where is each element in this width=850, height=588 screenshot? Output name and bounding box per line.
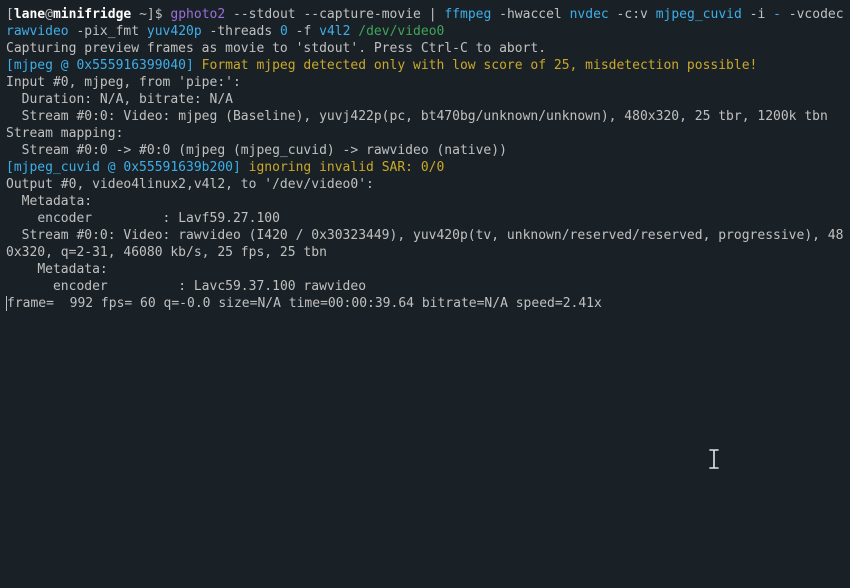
prompt-close: ]$ bbox=[147, 7, 170, 22]
tag-mjpeg-cuvid: [mjpeg_cuvid @ 0x55591639b200] bbox=[6, 160, 241, 175]
val-vcodec: rawvideo bbox=[6, 24, 69, 39]
flag-threads: -threads bbox=[202, 24, 280, 39]
text-cursor-icon bbox=[706, 448, 722, 470]
out-metadata2: Metadata: bbox=[6, 261, 844, 278]
out-input: Input #0, mjpeg, from 'pipe:': bbox=[6, 74, 844, 91]
prompt-line[interactable]: [lane@minifridge ~]$ gphoto2 --stdout --… bbox=[6, 6, 844, 40]
frame-progress-text: frame= 992 fps= 60 q=-0.0 size=N/A time=… bbox=[7, 296, 602, 311]
cmd-ffmpeg: ffmpeg bbox=[444, 7, 491, 22]
out-stream-mapping: Stream mapping: bbox=[6, 125, 844, 142]
out-warn-sar: [mjpeg_cuvid @ 0x55591639b200] ignoring … bbox=[6, 159, 844, 176]
warn-text-1: Format mjpeg detected only with low scor… bbox=[194, 58, 758, 73]
tag-mjpeg: [mjpeg @ 0x555916399040] bbox=[6, 58, 194, 73]
out-encoder: encoder : Lavf59.27.100 bbox=[6, 210, 844, 227]
out-output: Output #0, video4linux2,v4l2, to '/dev/v… bbox=[6, 176, 844, 193]
flag-i: -i bbox=[742, 7, 773, 22]
cmd-gphoto2: gphoto2 bbox=[170, 7, 225, 22]
val-i: - bbox=[773, 7, 781, 22]
out-duration: Duration: N/A, bitrate: N/A bbox=[6, 91, 844, 108]
pipe: | bbox=[429, 7, 445, 22]
out-stream-out: Stream #0:0: Video: rawvideo (I420 / 0x3… bbox=[6, 227, 844, 261]
warn-text-2: ignoring invalid SAR: 0/0 bbox=[241, 160, 445, 175]
val-dev: /dev/video0 bbox=[358, 24, 444, 39]
val-f: v4l2 bbox=[319, 24, 350, 39]
out-warn-mjpeg: [mjpeg @ 0x555916399040] Format mjpeg de… bbox=[6, 57, 844, 74]
out-frame-progress: frame= 992 fps= 60 q=-0.0 size=N/A time=… bbox=[6, 295, 844, 312]
flag-hwaccel: -hwaccel bbox=[491, 7, 569, 22]
val-threads: 0 bbox=[280, 24, 288, 39]
flag-pixfmt: -pix_fmt bbox=[69, 24, 147, 39]
val-cv: mjpeg_cuvid bbox=[656, 7, 742, 22]
out-encoder2: encoder : Lavc59.37.100 rawvideo bbox=[6, 278, 844, 295]
arg-stdout-capture: --stdout --capture-movie bbox=[225, 7, 429, 22]
flag-vcodec: -vcodec bbox=[781, 7, 850, 22]
out-stream-in: Stream #0:0: Video: mjpeg (Baseline), yu… bbox=[6, 108, 844, 125]
out-stream-map-detail: Stream #0:0 -> #0:0 (mjpeg (mjpeg_cuvid)… bbox=[6, 142, 844, 159]
prompt-user: lane bbox=[14, 7, 45, 22]
prompt-at: @ bbox=[45, 7, 53, 22]
val-pixfmt: yuv420p bbox=[147, 24, 202, 39]
flag-cv: -c:v bbox=[609, 7, 656, 22]
out-capturing: Capturing preview frames as movie to 'st… bbox=[6, 40, 844, 57]
prompt-path: ~ bbox=[131, 7, 147, 22]
prompt-open: [ bbox=[6, 7, 14, 22]
flag-f: -f bbox=[288, 24, 319, 39]
prompt-host: minifridge bbox=[53, 7, 131, 22]
val-hwaccel: nvdec bbox=[570, 7, 609, 22]
out-metadata: Metadata: bbox=[6, 193, 844, 210]
